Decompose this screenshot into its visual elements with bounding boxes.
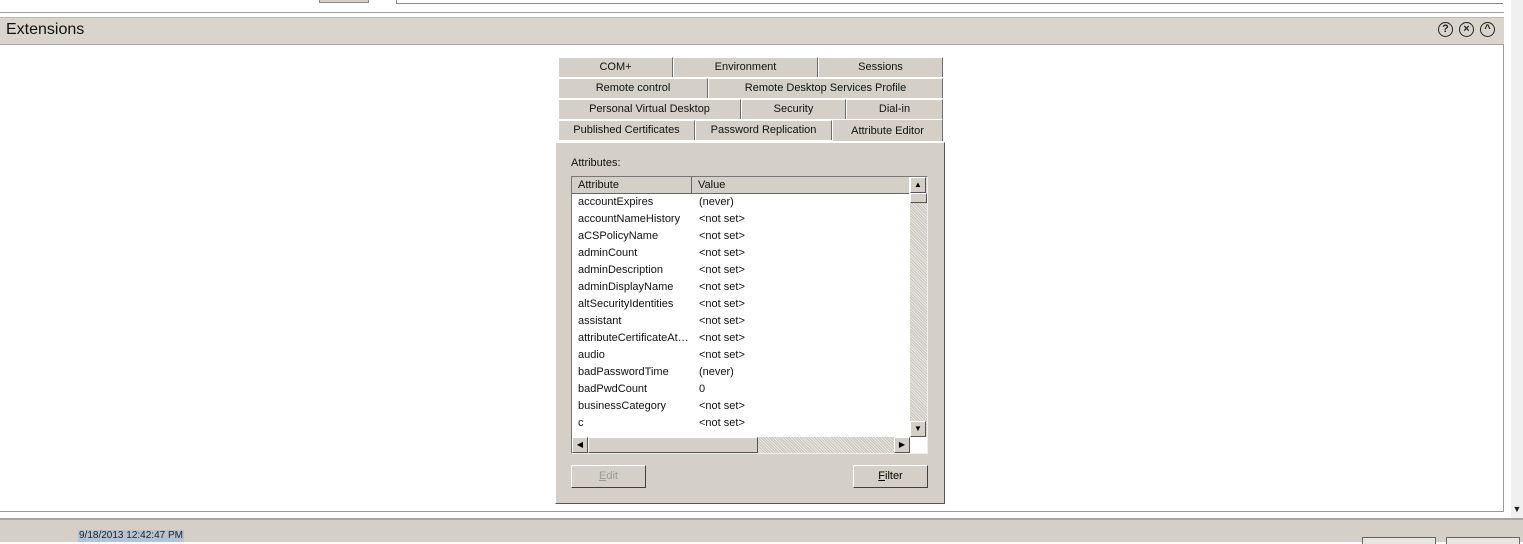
attribute-name: adminDisplayName xyxy=(578,281,674,293)
table-row[interactable]: badPasswordTime (never) xyxy=(572,364,909,381)
close-icon[interactable]: × xyxy=(1459,22,1474,37)
section-title: Extensions xyxy=(6,21,85,38)
attribute-value: <not set> xyxy=(699,264,745,276)
tab-rds-profile[interactable]: Remote Desktop Services Profile xyxy=(708,78,943,98)
column-header-value[interactable]: Value xyxy=(692,177,909,193)
attribute-value: <not set> xyxy=(699,400,745,412)
attribute-name: adminCount xyxy=(578,247,638,259)
scroll-down-icon[interactable]: ▼ xyxy=(1511,502,1523,517)
table-row[interactable]: altSecurityIdentities <not set> xyxy=(572,296,909,313)
attribute-name: audio xyxy=(578,349,605,361)
top-text-field[interactable] xyxy=(396,0,1503,4)
scroll-up-icon[interactable]: ▲ xyxy=(910,177,926,193)
scroll-down-icon[interactable]: ▼ xyxy=(910,421,926,437)
attribute-value: <not set> xyxy=(699,213,745,225)
table-row[interactable]: adminDisplayName <not set> xyxy=(572,279,909,296)
attribute-value: <not set> xyxy=(699,247,745,259)
attribute-rows: accountExpires (never) accountNameHistory <… xyxy=(572,194,909,432)
table-row[interactable]: attributeCertificateAttri... <not set> xyxy=(572,330,909,347)
page-scrollbar[interactable] xyxy=(1511,0,1523,518)
attribute-value: <not set> xyxy=(699,332,745,344)
attribute-value: <not set> xyxy=(699,315,745,327)
tab-com-plus[interactable]: COM+ xyxy=(558,57,673,77)
attribute-name: assistant xyxy=(578,315,622,327)
table-row[interactable]: audio <not set> xyxy=(572,347,909,364)
attribute-editor-dialog: COM+ Environment Sessions Remote control… xyxy=(555,55,945,504)
tab-personal-virtual-desktop[interactable]: Personal Virtual Desktop xyxy=(558,99,741,119)
top-field-control[interactable] xyxy=(319,0,369,3)
table-row[interactable]: c <not set> xyxy=(572,415,909,432)
timestamp: 9/18/2013 12:42:47 PM xyxy=(78,530,184,542)
status-footer: 9/18/2013 12:42:47 PM xyxy=(0,518,1523,544)
extensions-header: Extensions ? × ^ xyxy=(0,17,1504,45)
attributes-label: Attributes: xyxy=(571,157,621,169)
table-row[interactable]: aCSPolicyName <not set> xyxy=(572,228,909,245)
attribute-name: accountExpires xyxy=(578,196,654,208)
filter-button-label: ilter xyxy=(885,470,903,482)
tab-published-certificates[interactable]: Published Certificates xyxy=(558,120,695,140)
attribute-value: <not set> xyxy=(699,349,745,361)
attribute-name: businessCategory xyxy=(578,400,667,412)
tab-sessions[interactable]: Sessions xyxy=(818,57,943,77)
help-icon[interactable]: ? xyxy=(1438,22,1453,37)
list-horizontal-scrollbar[interactable]: ◀ ▶ xyxy=(572,437,910,453)
attribute-name: altSecurityIdentities xyxy=(578,298,674,310)
tab-security[interactable]: Security xyxy=(741,99,846,119)
attribute-name: attributeCertificateAttri... xyxy=(578,332,690,344)
horizontal-scroll-thumb[interactable] xyxy=(588,437,758,453)
scroll-left-icon[interactable]: ◀ xyxy=(572,437,588,453)
tab-attribute-editor[interactable]: Attribute Editor xyxy=(832,119,943,141)
edit-button[interactable]: Edit xyxy=(571,465,646,488)
attribute-value: (never) xyxy=(699,366,734,378)
attribute-name: accountNameHistory xyxy=(578,213,681,225)
attributes-list[interactable]: Attribute Value accountExpires (never) acc… xyxy=(571,176,928,454)
table-row[interactable]: businessCategory <not set> xyxy=(572,398,909,415)
tab-password-replication[interactable]: Password Replication xyxy=(695,120,832,140)
attribute-value: (never) xyxy=(699,196,734,208)
table-row[interactable]: assistant <not set> xyxy=(572,313,909,330)
edit-button-label: dit xyxy=(606,470,618,482)
attribute-name: badPwdCount xyxy=(578,383,648,395)
footer-button-1[interactable] xyxy=(1362,537,1436,544)
tab-remote-control[interactable]: Remote control xyxy=(558,78,708,98)
tab-dial-in[interactable]: Dial-in xyxy=(846,99,943,119)
scroll-right-icon[interactable]: ▶ xyxy=(894,437,910,453)
collapse-icon[interactable]: ^ xyxy=(1480,22,1495,37)
filter-button[interactable]: Filter xyxy=(853,465,928,488)
attribute-name: adminDescription xyxy=(578,264,663,276)
attribute-value: 0 xyxy=(699,383,706,395)
tab-environment[interactable]: Environment xyxy=(673,57,818,77)
attribute-name: badPasswordTime xyxy=(578,366,669,378)
table-row[interactable]: badPwdCount 0 xyxy=(572,381,909,398)
attribute-value: <not set> xyxy=(699,281,745,293)
attribute-editor-panel: Attributes: Attribute Value accountExpir… xyxy=(555,142,945,504)
table-row[interactable]: accountExpires (never) xyxy=(572,194,909,211)
footer-button-2[interactable] xyxy=(1446,537,1520,544)
attribute-value: <not set> xyxy=(699,298,745,310)
table-row[interactable]: adminCount <not set> xyxy=(572,245,909,262)
attribute-name: c xyxy=(578,417,584,429)
vertical-scroll-thumb[interactable] xyxy=(910,193,927,203)
list-header: Attribute Value xyxy=(572,177,909,194)
list-vertical-scrollbar[interactable]: ▲ ▼ xyxy=(910,177,927,437)
attribute-value: <not set> xyxy=(699,230,745,242)
table-row[interactable]: adminDescription <not set> xyxy=(572,262,909,279)
attribute-name: aCSPolicyName xyxy=(578,230,659,242)
table-row[interactable]: accountNameHistory <not set> xyxy=(572,211,909,228)
attribute-value: <not set> xyxy=(699,417,745,429)
column-header-attribute[interactable]: Attribute xyxy=(572,177,692,193)
